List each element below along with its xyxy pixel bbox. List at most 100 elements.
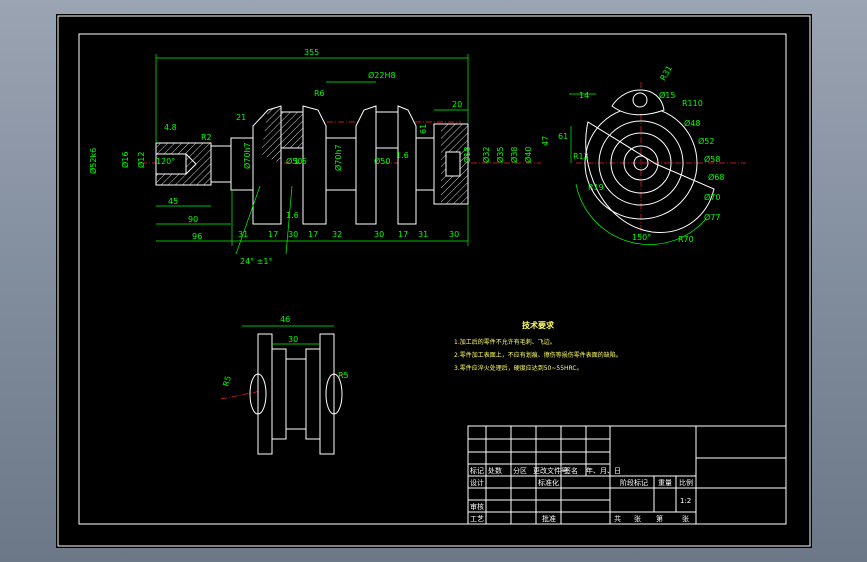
svg-text:32: 32 (332, 230, 342, 239)
dim-61-side: 61 (558, 132, 568, 141)
note-1: 1.加工后的零件不允许有毛刺、飞边。 (454, 338, 556, 346)
tb-scale: 比例 (679, 478, 693, 487)
main-view: 355 Ø22H8 R6 20 21 4.8 Ø52k6 Ø16 Ø12 120… (88, 48, 550, 266)
dim-90: 90 (188, 215, 198, 224)
dim-r19: R19 (588, 183, 604, 192)
tb-sheets-total: 共 (614, 514, 621, 523)
dim-d77: Ø77 (704, 212, 720, 222)
dim-47: 47 (541, 136, 550, 146)
svg-text:30: 30 (449, 230, 459, 239)
dim-d22: Ø22H8 (368, 70, 396, 80)
tb-review: 审核 (470, 502, 484, 511)
bview-web-1 (257, 333, 273, 455)
dim-d70a: Ø70h7 (242, 142, 252, 169)
cad-drawing: 355 Ø22H8 R6 20 21 4.8 Ø52k6 Ø16 Ø12 120… (57, 15, 811, 547)
dim-d58: Ø58 (704, 154, 720, 164)
flange-bore (445, 151, 461, 177)
dim-d32: Ø32 (481, 147, 491, 163)
web-4 (397, 105, 417, 225)
dim-d35: Ø35 (495, 147, 505, 163)
tb-approve: 批准 (542, 514, 556, 523)
tb-sheets-unit-1: 张 (634, 514, 641, 523)
dim-21: 21 (236, 113, 246, 122)
svg-text:17: 17 (268, 230, 278, 239)
web-3 (355, 105, 377, 225)
dim-d70b: Ø70h7 (333, 144, 343, 171)
bview-web-2 (271, 348, 287, 440)
tb-process: 工艺 (470, 515, 484, 523)
outer-frame (57, 15, 811, 547)
dim-r110: R110 (682, 99, 703, 108)
bview-web-4 (319, 333, 335, 455)
dim-d68: Ø68 (708, 172, 724, 182)
dim-150: 150° (632, 233, 651, 242)
journal-3 (415, 137, 435, 191)
dim-r70: R70 (678, 235, 694, 244)
dim-96: 96 (192, 232, 202, 241)
dim-d15: Ø15 (659, 90, 675, 100)
svg-text:30: 30 (374, 230, 384, 239)
bottom-view: 46 30 R5 R5 (220, 315, 349, 455)
finish-1-6-c: 1.6 (286, 211, 299, 220)
tb-sign: 签名 (564, 466, 578, 475)
dim-120: 120° (156, 157, 175, 166)
tb-change-doc: 更改文件号 (533, 466, 568, 475)
dim-r13: R13 (573, 152, 589, 161)
bview-web-3 (305, 348, 321, 440)
tb-sheets-unit-2: 张 (682, 514, 689, 523)
dim-r6: R6 (314, 89, 325, 98)
bview-pin (285, 358, 307, 430)
tb-date: 年、月、日 (586, 466, 621, 475)
tb-standard: 标准化 (538, 478, 559, 487)
note-2: 2.零件加工表面上，不应有划痕、擦伤等损伤零件表面的缺陷。 (454, 351, 622, 359)
tb-count: 处数 (488, 466, 502, 475)
dim-d38: Ø38 (509, 147, 519, 163)
bottom-chain-dims: 31 17 30 17 32 30 17 31 30 (238, 230, 459, 239)
finish-1-6-a: 1.6 (294, 157, 307, 166)
dim-45: 45 (168, 197, 178, 206)
dim-d70-side: Ø70 (704, 192, 720, 202)
crank-pin-2 (375, 111, 399, 149)
dim-4-8: 4.8 (164, 123, 177, 132)
svg-text:30: 30 (288, 230, 298, 239)
dim-r5-left: R5 (222, 375, 233, 388)
dim-r31: R31 (658, 64, 674, 82)
inner-frame (78, 33, 787, 525)
dim-30-bottom: 30 (288, 335, 298, 344)
dim-14: 14 (579, 91, 589, 100)
pin-1-hatch (281, 112, 303, 148)
dim-d52: Ø52k6 (88, 148, 98, 174)
tb-zone: 分区 (513, 466, 527, 475)
svg-text:31: 31 (418, 230, 428, 239)
tb-scale-value: 1:2 (680, 497, 691, 505)
tb-design: 设计 (470, 478, 484, 487)
svg-text:17: 17 (308, 230, 318, 239)
dim-r2: R2 (201, 133, 212, 142)
svg-text:17: 17 (398, 230, 408, 239)
dim-r5-right: R5 (338, 371, 349, 380)
dim-d40: Ø40 (523, 147, 533, 163)
technical-notes: 技术要求 1.加工后的零件不允许有毛刺、飞边。 2.零件加工表面上，不应有划痕、… (454, 320, 622, 372)
tb-sheet-number: 第 (656, 514, 663, 523)
notes-title: 技术要求 (522, 320, 555, 330)
dim-46: 46 (280, 315, 290, 324)
dim-d52-side: Ø52 (698, 136, 714, 146)
dim-d48: Ø48 (684, 118, 700, 128)
finish-1-6-b: 1.6 (396, 151, 409, 160)
title-block: 标记 处数 分区 更改文件号 签名 年、月、日 设计 标准化 审核 工艺 批准 … (467, 425, 787, 525)
dim-d18: Ø18 (462, 147, 472, 163)
note-3: 3.零件应淬火处理后，硬度应达到50~55HRC。 (454, 364, 583, 372)
dim-61: 61 (419, 124, 428, 134)
dim-20: 20 (452, 100, 462, 109)
dim-d16: Ø16 (120, 152, 130, 168)
shaft-step (210, 145, 232, 183)
tb-weight: 重量 (658, 479, 672, 487)
tb-stage: 阶段标记 (620, 478, 648, 487)
dim-angle-24: 24° ±1° (240, 257, 273, 266)
dim-d12: Ø12 (136, 152, 146, 168)
dim-d50b: Ø50 (374, 156, 390, 166)
drawing-sheet: 355 Ø22H8 R6 20 21 4.8 Ø52k6 Ø16 Ø12 120… (56, 14, 812, 548)
dim-355: 355 (304, 48, 319, 57)
tb-mark: 标记 (470, 466, 484, 475)
side-view: R31 Ø15 R110 Ø48 Ø52 Ø58 Ø68 Ø70 Ø77 R70… (558, 64, 746, 245)
